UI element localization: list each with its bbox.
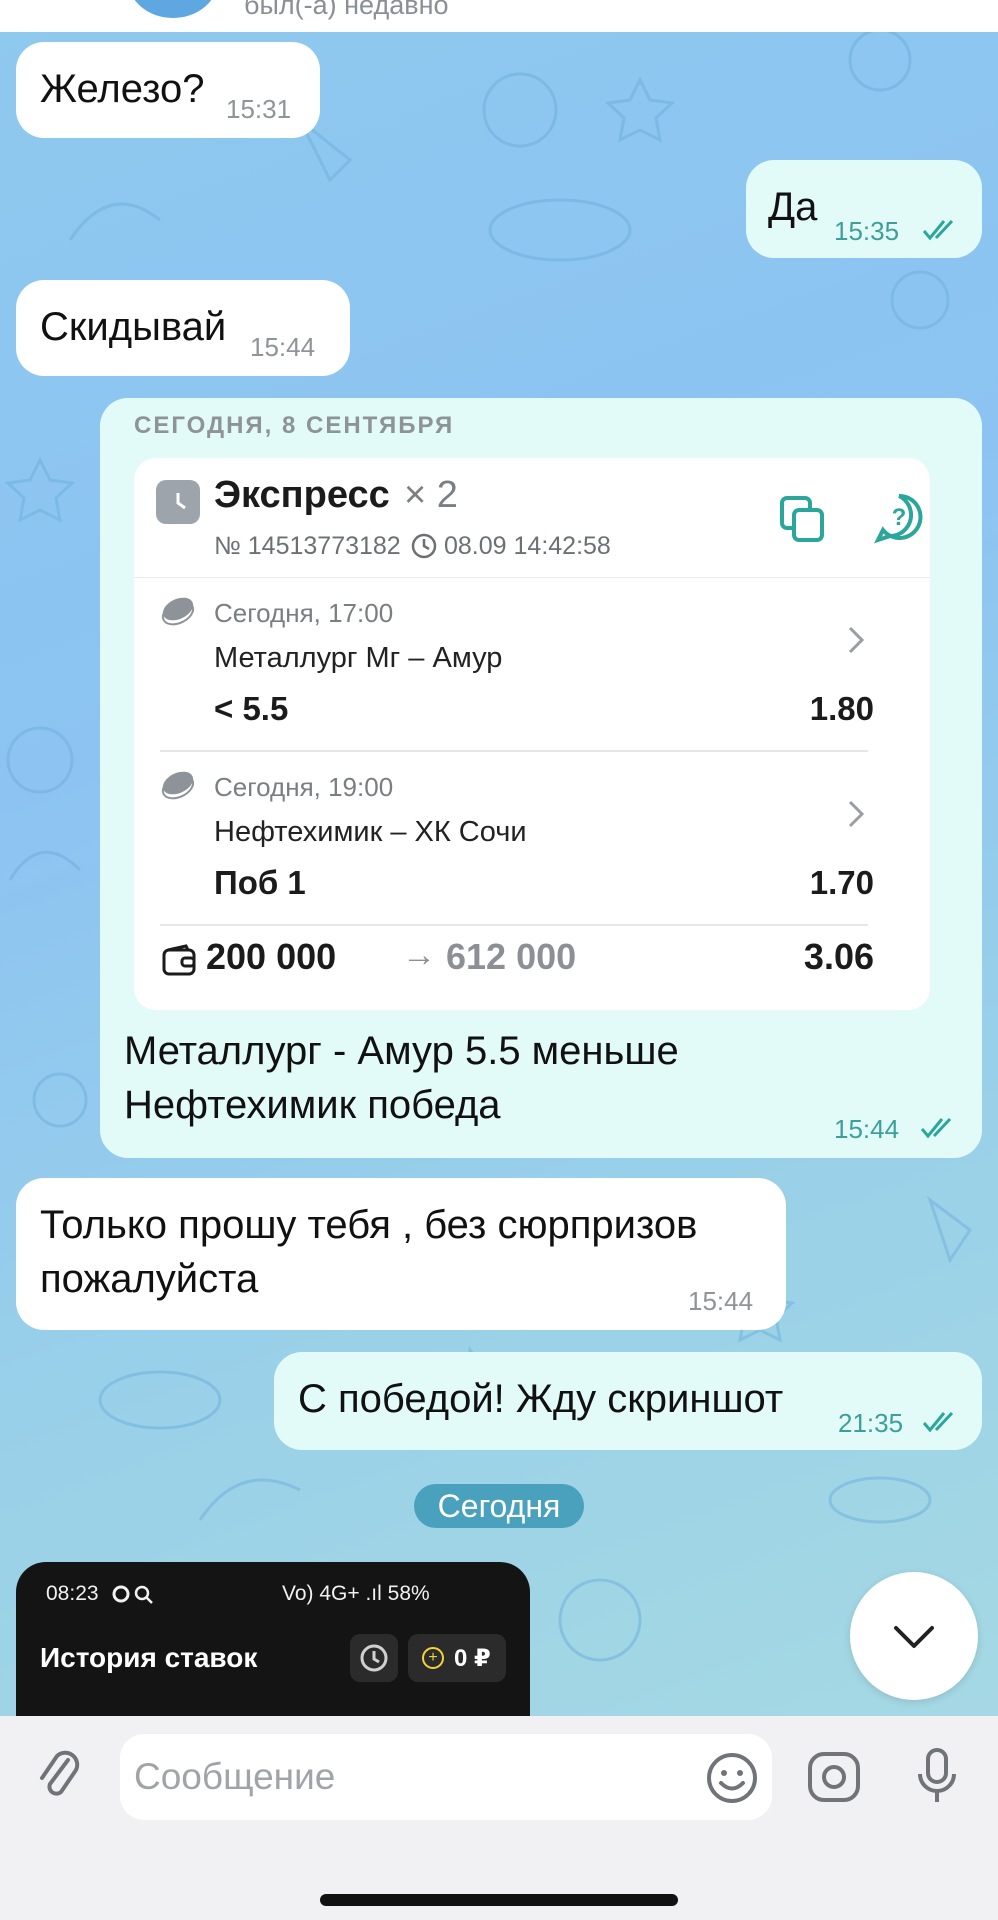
- coin-icon: +: [422, 1647, 444, 1669]
- bet-number: № 14513773182: [214, 532, 401, 560]
- bet-payout: 612 000: [446, 936, 577, 977]
- leg-match: Металлург Мг – Амур: [214, 642, 503, 674]
- leg-time: Сегодня, 19:00: [214, 772, 394, 802]
- caption-line: Нефтехимик победа: [124, 1083, 501, 1127]
- message-text: Скидывай: [40, 305, 227, 349]
- history-icon: [350, 1634, 398, 1682]
- bet-type: Экспресс: [214, 474, 390, 516]
- leg-pick: Поб 1: [214, 864, 306, 901]
- paperclip-icon[interactable]: [36, 1746, 84, 1808]
- scroll-down-button[interactable]: [850, 1572, 978, 1700]
- message-incoming[interactable]: Скидывай 15:44: [16, 280, 350, 376]
- message-time: 15:44: [834, 1114, 900, 1144]
- double-check-icon: [922, 1411, 954, 1433]
- chevron-down-icon: [894, 1626, 934, 1648]
- bet-summary: 200 000 → 612 000 3.06: [134, 920, 930, 1000]
- hockey-puck-icon: [161, 771, 195, 800]
- message-text: пожалуйста: [40, 1257, 259, 1301]
- message-text: С победой! Жду скриншот: [298, 1377, 784, 1421]
- bet-leg[interactable]: Сегодня, 17:00 Металлург Мг – Амур < 5.5…: [134, 580, 930, 752]
- message-time: 15:35: [834, 216, 900, 246]
- message-caption: Металлург - Амур 5.5 меньше Нефтехимик п…: [124, 1024, 884, 1132]
- message-input-container[interactable]: [120, 1734, 772, 1820]
- preview-status-bar: Vo) 4G+ .ıl 58%: [282, 1582, 430, 1605]
- avatar[interactable]: [128, 0, 218, 18]
- bet-leg[interactable]: Сегодня, 19:00 Нефтехимик – ХК Сочи Поб …: [134, 754, 930, 926]
- chevron-right-icon: [848, 626, 865, 654]
- preview-title: История ставок: [40, 1642, 258, 1673]
- contact-status: был(-а) недавно: [244, 0, 449, 20]
- message-input[interactable]: [134, 1748, 674, 1806]
- preview-balance-amount: 0 ₽: [454, 1645, 491, 1672]
- camera-icon[interactable]: [806, 1750, 862, 1804]
- leg-odd: 1.70: [809, 864, 874, 901]
- message-outgoing[interactable]: Да 15:35: [746, 160, 982, 258]
- divider: [160, 750, 868, 752]
- message-time: 21:35: [838, 1408, 904, 1438]
- date-separator: Сегодня: [414, 1484, 584, 1528]
- caption-line: Металлург - Амур 5.5 меньше: [124, 1029, 679, 1073]
- message-outgoing[interactable]: С победой! Жду скриншот 21:35: [274, 1352, 982, 1450]
- message-text: Да: [768, 185, 818, 229]
- arrow-icon: →: [402, 936, 436, 974]
- chat-header[interactable]: был(-а) недавно: [0, 0, 998, 32]
- hockey-puck-icon: [161, 597, 195, 626]
- message-text: Только прошу тебя , без сюрпризов: [40, 1203, 698, 1247]
- message-text: Железо?: [40, 67, 205, 111]
- emoji-icon[interactable]: [704, 1750, 760, 1806]
- bet-card-header: Экспресс × 2 № 14513773182 08.09 14:42:5…: [134, 458, 930, 578]
- message-composer: [0, 1716, 998, 1920]
- copy-icon[interactable]: [778, 494, 828, 544]
- home-indicator[interactable]: [320, 1894, 678, 1906]
- help-icon[interactable]: ?: [874, 492, 924, 544]
- message-time: 15:44: [250, 332, 316, 362]
- bet-card[interactable]: Экспресс × 2 № 14513773182 08.09 14:42:5…: [134, 458, 930, 1010]
- preview-time: 08:23: [46, 1582, 99, 1605]
- leg-pick: < 5.5: [214, 690, 289, 727]
- double-check-icon: [920, 1117, 952, 1139]
- message-time: 15:31: [226, 94, 292, 124]
- chevron-right-icon: [848, 800, 865, 828]
- double-check-icon: [922, 219, 954, 241]
- bet-multiplier: × 2: [404, 474, 458, 516]
- date-header: СЕГОДНЯ, 8 СЕНТЯБРЯ: [134, 412, 455, 439]
- leg-odd: 1.80: [809, 690, 874, 727]
- leg-time: Сегодня, 17:00: [214, 598, 394, 628]
- bet-datetime: 08.09 14:42:58: [444, 532, 611, 560]
- leg-match: Нефтехимик – ХК Сочи: [214, 816, 527, 848]
- microphone-icon[interactable]: [914, 1746, 960, 1806]
- search-icon: [112, 1585, 153, 1604]
- clock-icon: [156, 480, 200, 524]
- bet-total-odd: 3.06: [803, 936, 874, 977]
- message-incoming[interactable]: Железо? 15:31: [16, 42, 320, 138]
- screenshot-preview[interactable]: 08:23 Vo) 4G+ .ıl 58% История ставок + 0…: [16, 1562, 530, 1732]
- preview-balance: + 0 ₽: [408, 1634, 506, 1682]
- clock-icon: [411, 533, 437, 559]
- svg-text:?: ?: [892, 504, 907, 531]
- wallet-icon: [162, 944, 196, 976]
- bet-stake: 200 000: [206, 936, 337, 977]
- message-time: 15:44: [688, 1286, 754, 1316]
- message-incoming[interactable]: Только прошу тебя , без сюрпризов пожалу…: [16, 1178, 786, 1330]
